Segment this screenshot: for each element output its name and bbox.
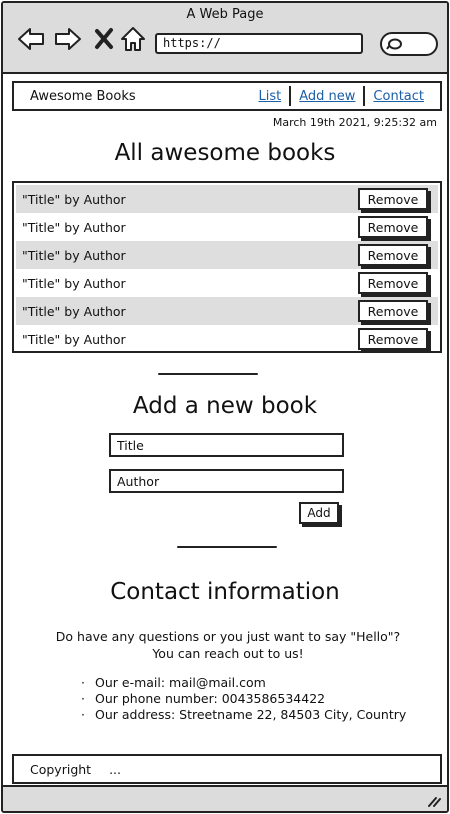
author-input[interactable] <box>109 469 344 493</box>
book-row: "Title" by Author Remove <box>16 297 438 325</box>
add-heading: Add a new book <box>132 393 318 419</box>
home-icon[interactable] <box>119 25 147 53</box>
book-row: "Title" by Author Remove <box>16 269 438 297</box>
resize-grip-icon[interactable] <box>427 795 441 807</box>
add-button[interactable]: Add <box>299 502 339 524</box>
browser-window: A Web Page https:// Awesome Books List A… <box>1 1 449 813</box>
remove-button[interactable]: Remove <box>358 188 428 210</box>
section-divider <box>177 546 277 548</box>
brand-logo-text: Awesome Books <box>30 88 136 104</box>
remove-button[interactable]: Remove <box>358 216 428 238</box>
title-input[interactable] <box>109 433 344 457</box>
nav-link-contact[interactable]: Contact <box>365 89 432 104</box>
search-icon <box>386 38 402 50</box>
contact-email: Our e-mail: mail@mail.com <box>81 675 406 691</box>
contact-details: Our e-mail: mail@mail.com Our phone numb… <box>81 675 406 723</box>
remove-button[interactable]: Remove <box>358 244 428 266</box>
contact-address: Our address: Streetname 22, 84503 City, … <box>81 707 406 723</box>
contact-intro-line: You can reach out to us! <box>152 646 304 661</box>
book-title: "Title" by Author <box>22 247 126 263</box>
contact-intro-line: Do have any questions or you just want t… <box>55 629 401 644</box>
book-title: "Title" by Author <box>22 191 126 207</box>
book-title: "Title" by Author <box>22 275 126 291</box>
book-title: "Title" by Author <box>22 219 126 235</box>
contact-intro: Do have any questions or you just want t… <box>53 628 403 662</box>
status-bar <box>3 785 447 811</box>
browser-toolbar: A Web Page https:// <box>3 3 447 74</box>
book-row: "Title" by Author Remove <box>16 325 438 353</box>
url-bar[interactable]: https:// <box>155 33 363 54</box>
book-row: "Title" by Author Remove <box>16 213 438 241</box>
book-row: "Title" by Author Remove <box>16 241 438 269</box>
site-footer: Copyright ... <box>12 754 442 784</box>
date-time: March 19th 2021, 9:25:32 am <box>272 116 437 129</box>
footer-ellipsis: ... <box>109 761 121 777</box>
main-nav: List Add new Contact <box>251 86 432 106</box>
window-title: A Web Page <box>186 7 264 22</box>
book-title: "Title" by Author <box>22 331 126 347</box>
contact-phone: Our phone number: 0043586534422 <box>81 691 406 707</box>
book-list: "Title" by Author Remove "Title" by Auth… <box>12 181 442 353</box>
contact-heading: Contact information <box>110 579 340 605</box>
close-x-icon[interactable] <box>91 25 119 53</box>
site-header: Awesome Books List Add new Contact <box>12 81 442 111</box>
section-divider <box>158 373 258 375</box>
back-arrow-icon[interactable] <box>17 25 45 53</box>
nav-link-add-new[interactable]: Add new <box>291 89 363 104</box>
forward-arrow-icon[interactable] <box>54 25 82 53</box>
remove-button[interactable]: Remove <box>358 300 428 322</box>
search-box[interactable] <box>380 32 438 56</box>
nav-link-list[interactable]: List <box>251 89 290 104</box>
list-heading: All awesome books <box>114 140 336 166</box>
copyright-text: Copyright <box>30 761 92 777</box>
remove-button[interactable]: Remove <box>358 272 428 294</box>
book-title: "Title" by Author <box>22 303 126 319</box>
remove-button[interactable]: Remove <box>358 328 428 350</box>
book-row: "Title" by Author Remove <box>16 185 438 213</box>
